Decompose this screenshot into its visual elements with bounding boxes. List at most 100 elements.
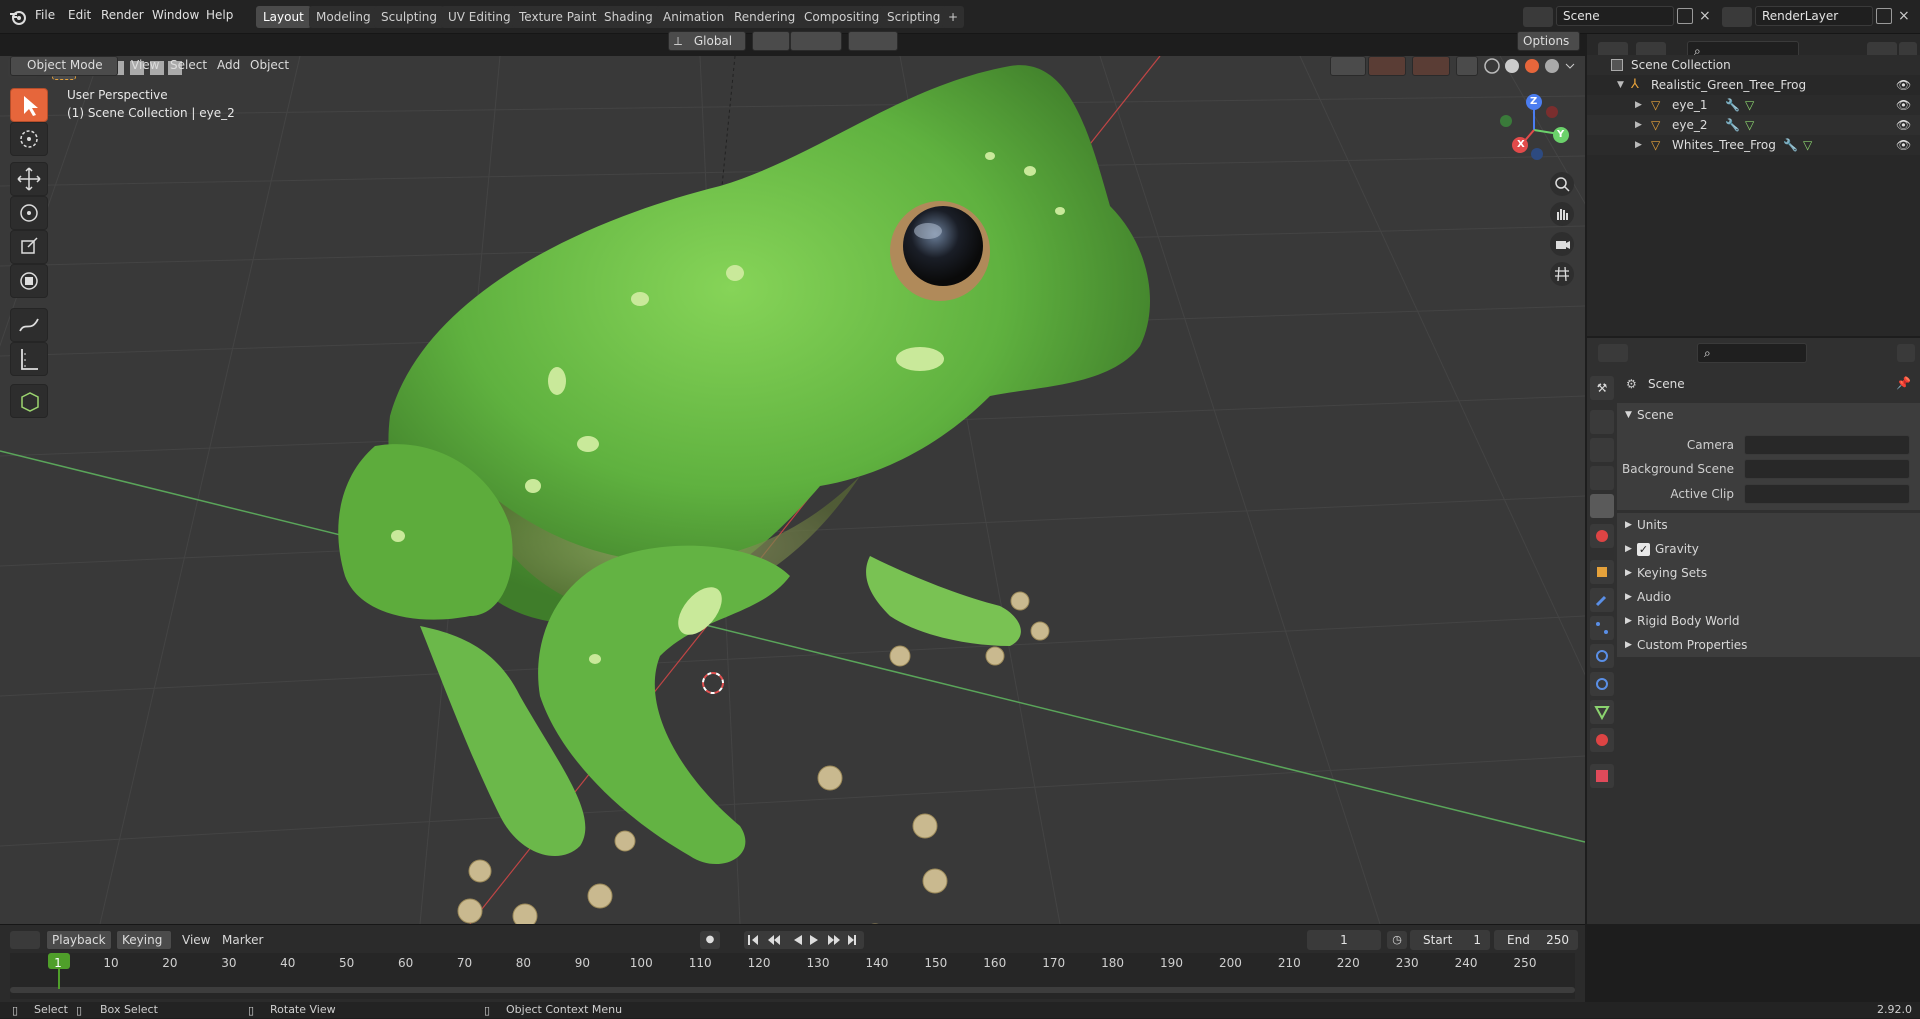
world-tab-icon[interactable] [1590,524,1614,548]
expand-arrow-icon[interactable]: ▶ [1635,95,1642,115]
props-options-icon[interactable] [1897,344,1915,362]
proportional-edit-button[interactable] [848,31,898,51]
frog-model[interactable] [338,65,1150,924]
gravity-panel[interactable]: ▶ ✓ Gravity [1617,537,1920,561]
move-tool[interactable] [10,162,48,196]
scale-tool[interactable] [10,230,48,264]
rigid-body-world-panel[interactable]: ▶ Rigid Body World [1617,609,1920,633]
object-mode-label[interactable]: Object Mode [22,56,118,76]
timeline-scrollbar[interactable] [10,987,1575,993]
tab-sculpting[interactable]: Sculpting [374,6,445,28]
playback-menu[interactable]: Playback [46,930,112,950]
tab-rendering[interactable]: Rendering [727,6,803,28]
3d-cursor[interactable] [702,672,724,694]
annotate-tool[interactable] [10,308,48,342]
scene-icon[interactable] [1523,7,1553,27]
vp-menu-select[interactable]: Select [170,58,207,72]
playback-controls[interactable] [744,931,864,949]
data-tab-icon[interactable] [1590,700,1614,724]
expand-arrow-icon[interactable]: ▶ [1635,115,1642,135]
menu-render[interactable]: Render [101,8,144,22]
tab-scripting[interactable]: Scripting [880,6,948,28]
select-box-tool[interactable] [10,88,48,122]
outliner-item-eye1[interactable]: ▶ ▽ eye_1 🔧 ▽ 👁 [1587,95,1920,115]
3d-viewport[interactable] [0,56,1585,924]
add-cube-tool[interactable] [10,384,48,418]
particles-tab-icon[interactable] [1590,616,1614,640]
props-editor-type[interactable] [1598,344,1628,362]
options-dropdown[interactable]: Options [1517,31,1580,51]
background-scene-field[interactable] [1744,459,1910,479]
keying-sets-panel[interactable]: ▶ Keying Sets [1617,561,1920,585]
active-clip-field[interactable] [1744,484,1910,504]
measure-tool[interactable] [10,342,48,376]
tab-texture-paint[interactable]: Texture Paint [512,6,604,28]
visibility-eye-icon[interactable]: 👁 [1896,135,1911,155]
props-search-input[interactable]: ⌕ [1697,343,1807,363]
timeline-editor-type[interactable] [10,931,40,949]
scene-tab-icon[interactable] [1590,494,1614,518]
timeline-view-menu[interactable]: View [182,933,210,947]
blender-logo-icon[interactable] [8,7,28,27]
tab-compositing[interactable]: Compositing [797,6,887,28]
physics-tab-icon[interactable] [1590,644,1614,668]
shading-mode-buttons[interactable] [1482,56,1578,76]
record-button[interactable]: ● [700,931,720,949]
transform-tool[interactable] [10,264,48,298]
outliner-item-whites-frog[interactable]: ▶ ▽ Whites_Tree_Frog 🔧 ▽ 👁 [1587,135,1920,155]
snap-dropdown[interactable] [790,31,842,51]
object-tab-icon[interactable] [1590,560,1614,584]
view-layer-tab-icon[interactable] [1590,466,1614,490]
vp-menu-object[interactable]: Object [250,58,289,72]
audio-panel[interactable]: ▶ Audio [1617,585,1920,609]
units-panel[interactable]: ▶ Units [1617,513,1920,537]
new-scene-icon[interactable] [1677,8,1693,24]
view-layer-field[interactable]: RenderLayer [1755,6,1873,26]
overlay-toggle[interactable] [1412,56,1450,76]
modifier-tab-icon[interactable] [1590,588,1614,612]
zoom-icon[interactable] [1550,172,1574,196]
pan-hand-icon[interactable] [1550,202,1574,226]
rotate-tool[interactable] [10,196,48,230]
menu-edit[interactable]: Edit [68,8,91,22]
clock-icon[interactable]: ◷ [1387,931,1407,949]
visibility-eye-icon[interactable]: 👁 [1896,95,1911,115]
custom-properties-panel[interactable]: ▶ Custom Properties [1617,633,1920,657]
outliner-item-frog[interactable]: ▼ ⅄ Realistic_Green_Tree_Frog 👁 [1587,75,1920,95]
new-layer-icon[interactable] [1876,8,1892,24]
view-layer-icon[interactable] [1722,7,1752,27]
delete-scene-icon[interactable]: × [1699,8,1713,24]
xray-toggle[interactable] [1456,56,1478,76]
transform-orientation-dropdown[interactable]: ⟂ Global [668,31,746,51]
keying-menu[interactable]: Keying [116,930,172,950]
end-frame-field[interactable]: End 250 [1494,930,1578,950]
gizmo-toggle[interactable] [1368,56,1406,76]
tab-shading[interactable]: Shading [597,6,660,28]
visibility-dropdown[interactable] [1330,56,1366,76]
start-frame-field[interactable]: Start 1 [1410,930,1490,950]
pivot-dropdown[interactable] [752,31,790,51]
outliner-scene-collection[interactable]: Scene Collection [1587,55,1920,75]
menu-help[interactable]: Help [206,8,233,22]
render-tab-icon[interactable] [1590,410,1614,434]
outliner-item-eye2[interactable]: ▶ ▽ eye_2 🔧 ▽ 👁 [1587,115,1920,135]
cursor-tool[interactable] [10,122,48,156]
camera-view-icon[interactable] [1550,232,1574,256]
tab-modeling[interactable]: Modeling [309,6,378,28]
scene-field[interactable]: Scene [1556,6,1674,26]
texture-tab-icon[interactable] [1590,764,1614,788]
scene-panel-header[interactable]: ▼ Scene [1617,403,1920,427]
constraints-tab-icon[interactable] [1590,672,1614,696]
tab-animation[interactable]: Animation [656,6,732,28]
material-tab-icon[interactable] [1590,728,1614,752]
vp-menu-add[interactable]: Add [217,58,240,72]
pin-icon[interactable]: 📌 [1896,376,1911,390]
timeline-marker-menu[interactable]: Marker [222,933,263,947]
ortho-toggle-icon[interactable] [1550,262,1574,286]
output-tab-icon[interactable] [1590,438,1614,462]
tab-uv-editing[interactable]: UV Editing [441,6,518,28]
menu-file[interactable]: File [35,8,55,22]
camera-field[interactable] [1744,435,1910,455]
delete-layer-icon[interactable]: × [1898,8,1912,24]
expand-arrow-icon[interactable]: ▶ [1635,135,1642,155]
